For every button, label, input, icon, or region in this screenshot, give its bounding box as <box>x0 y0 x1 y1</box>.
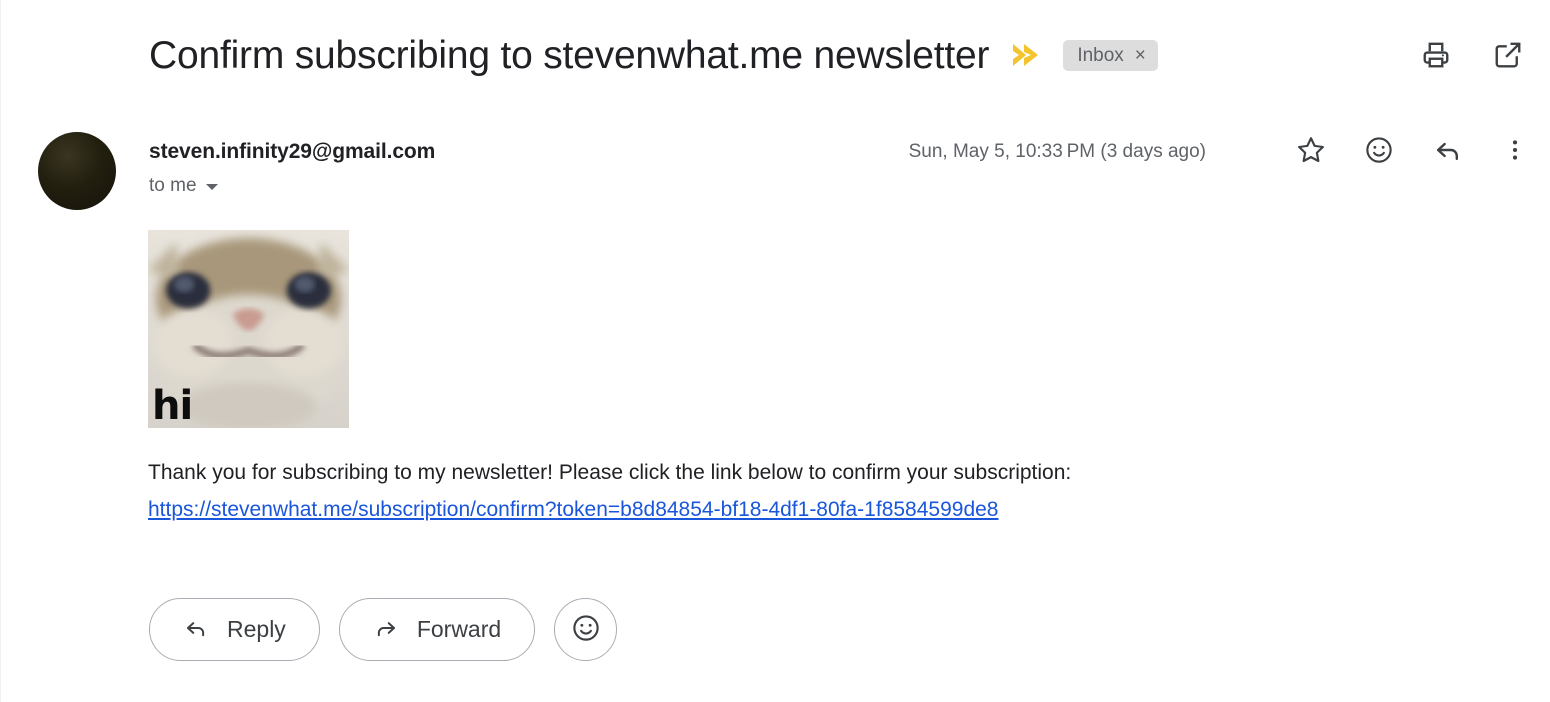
reply-button[interactable]: Reply <box>149 598 320 661</box>
print-icon[interactable] <box>1421 40 1451 70</box>
page-title: Confirm subscribing to stevenwhat.me new… <box>149 33 990 77</box>
label-chip-remove-icon[interactable]: × <box>1135 46 1146 65</box>
reply-arrow-icon <box>183 615 209 645</box>
forward-button-label: Forward <box>416 616 502 642</box>
label-chip-inbox[interactable]: Inbox × <box>1063 39 1158 71</box>
message-action-group <box>1296 134 1528 166</box>
caret-down-icon[interactable] <box>205 183 218 190</box>
reply-icon[interactable] <box>1432 134 1464 166</box>
add-reaction-button[interactable] <box>554 598 618 661</box>
message-body: hi Thank you for subscribing to my newsl… <box>148 230 1071 526</box>
forward-button[interactable]: Forward <box>338 598 536 661</box>
smiley-face-icon <box>571 613 601 647</box>
message-timestamp: Sun, May 5, 10:33 PM (3 days ago) <box>908 141 1206 162</box>
confirmation-link[interactable]: https://stevenwhat.me/subscription/confi… <box>148 495 1071 525</box>
more-options-icon[interactable] <box>1502 135 1528 165</box>
reply-button-label: Reply <box>227 616 286 642</box>
message-paragraph: Thank you for subscribing to my newslett… <box>148 461 1072 484</box>
add-reaction-icon[interactable] <box>1364 135 1394 165</box>
email-message-view: Confirm subscribing to stevenwhat.me new… <box>0 0 1550 702</box>
label-chip-text: Inbox <box>1077 44 1124 66</box>
recipient-toggle[interactable]: to me <box>149 176 218 195</box>
star-icon[interactable] <box>1296 135 1326 165</box>
recipient-label: to me <box>149 175 197 197</box>
avatar[interactable] <box>38 132 116 210</box>
reply-action-bar: Reply Forward <box>149 598 618 661</box>
sender-email[interactable]: steven.infinity29@gmail.com <box>149 138 435 165</box>
subject-header: Confirm subscribing to stevenwhat.me new… <box>1 0 1550 110</box>
open-in-new-window-icon[interactable] <box>1493 40 1523 70</box>
meme-caption-text: hi <box>152 383 193 428</box>
header-action-group <box>1421 0 1531 110</box>
sender-block: steven.infinity29@gmail.com to me <box>149 138 435 195</box>
forward-arrow-icon <box>373 615 399 645</box>
cat-meme-image: hi <box>148 230 349 428</box>
yellow-chevron-importance-icon[interactable] <box>1011 42 1043 68</box>
